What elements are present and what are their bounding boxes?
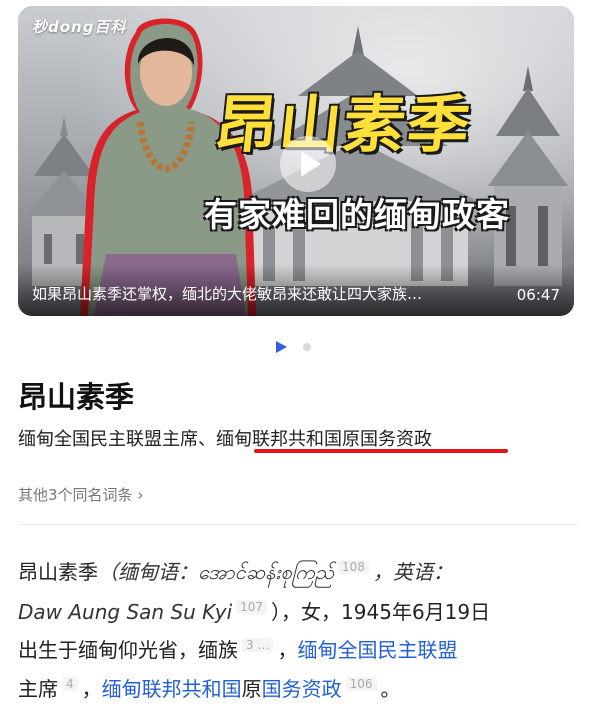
reference-106[interactable]: 106	[345, 677, 377, 691]
comma: ，	[81, 677, 102, 701]
paragraph-line-3: 出生于缅甸仰光省，缅族 3 … ，缅甸全国民主联盟	[18, 634, 583, 663]
play-button[interactable]	[280, 136, 336, 192]
burmese-name: အောင်ဆန်းစုကြည်	[198, 560, 335, 584]
former-text: 原	[241, 677, 262, 701]
brand-logo: 秒dong百科	[32, 18, 127, 36]
paren-burmese-label: （缅甸语：	[98, 560, 198, 584]
video-caption: 如果昂山素季还掌权，缅北的大佬敏昂来还敢让四大家族…	[32, 285, 423, 303]
reference-3[interactable]: 3 …	[242, 638, 274, 652]
entry-title: 昂山素季	[18, 380, 135, 414]
entry-summary: 缅甸全国民主联盟主席、缅甸联邦共和国原国务资政	[18, 425, 432, 451]
paragraph-line-4: 主席 4 ，缅甸联邦共和国原国务资政 106。	[18, 673, 583, 702]
summary-part1: 缅甸全国民主联盟主席、	[18, 429, 216, 450]
video-player[interactable]: 秒dong百科 昂山素季 有家难回的缅甸政客 如果昂山素季还掌权，缅北的大佬敏昂…	[18, 6, 574, 316]
chevron-right-icon: ›	[137, 486, 144, 504]
english-name: Daw Aung San Su Kyi	[18, 600, 233, 624]
pagoda-right-image	[488, 66, 568, 286]
video-title-sub: 有家难回的缅甸政客	[204, 195, 510, 234]
paragraph-line-1: 昂山素季（缅甸语：အောင်ဆန်းစုကြည် 108 ，英语：	[18, 556, 583, 589]
reference-108[interactable]: 108	[338, 560, 369, 574]
reference-4[interactable]: 4	[62, 677, 78, 691]
same-name-label: 其他3个同名词条	[18, 486, 133, 504]
video-duration: 06:47	[516, 286, 560, 304]
link-myanmar-union[interactable]: 缅甸联邦共和国	[102, 677, 242, 701]
highlight-underline	[254, 449, 508, 453]
chair-text: 主席	[18, 677, 58, 701]
period: 。	[380, 677, 401, 701]
english-label: ，英语：	[372, 560, 453, 584]
paragraph-line-2: Daw Aung San Su Kyi 107 ），女，1945年6月19日	[18, 596, 583, 625]
carousel-dot[interactable]	[303, 343, 311, 351]
reference-107[interactable]: 107	[236, 600, 268, 614]
carousel-indicator[interactable]	[276, 340, 326, 354]
summary-part2: 缅甸联邦共和国原国务资政	[216, 429, 432, 450]
comma: ，	[277, 638, 298, 662]
birth-date-text: ），女，1945年6月19日	[271, 600, 491, 624]
carousel-dot-active-play-icon[interactable]	[276, 341, 287, 353]
link-state-counsellor[interactable]: 国务资政	[262, 677, 342, 701]
subject-name: 昂山素季	[18, 560, 98, 584]
divider	[18, 524, 578, 525]
same-name-entries-link[interactable]: 其他3个同名词条 ›	[18, 484, 143, 505]
birthplace-text: 出生于缅甸仰光省，缅族	[18, 638, 238, 662]
link-nld[interactable]: 缅甸全国民主联盟	[297, 638, 457, 662]
video-title-big: 昂山素季	[211, 88, 476, 161]
